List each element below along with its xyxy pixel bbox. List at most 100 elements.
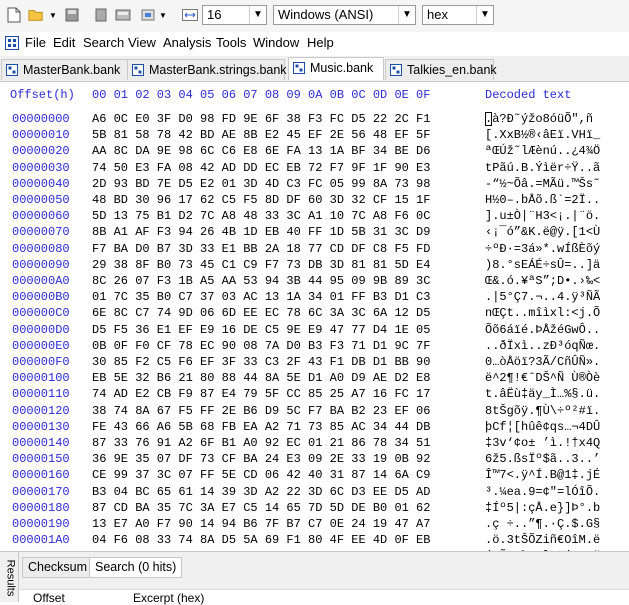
- chevron-down-icon[interactable]: ▼: [249, 6, 266, 24]
- row-decoded-text[interactable]: ³.¼ea.9=¢"=lÓîÕ.: [485, 485, 600, 499]
- ram-icon[interactable]: [140, 7, 156, 23]
- row-decoded-text[interactable]: [.XxB½®‹âEï.VHï_: [485, 128, 600, 142]
- row-decoded-text[interactable]: H½0–.bÅõ.ß`=2Ï..: [485, 193, 600, 207]
- row-bytes[interactable]: 04 F6 08 33 74 8A D5 5A 69 F1 80 4F EE 4…: [92, 533, 430, 547]
- row-decoded-text[interactable]: 6ž5.ßsÏº$ã..3..’: [485, 452, 600, 466]
- row-bytes[interactable]: 87 CD BA 35 7C 3A E7 C5 14 65 7D 5D DE B…: [92, 501, 430, 515]
- hex-row[interactable]: 00000130 FE 43 66 A6 5B 68 FB EA A2 71 73…: [0, 420, 629, 436]
- row-bytes[interactable]: 6E 8C C7 74 9D 06 6D EE EC 78 6C 3A 3C 6…: [92, 306, 430, 320]
- menu-help[interactable]: Help: [307, 35, 334, 50]
- row-decoded-text[interactable]: ‡3v‘¢o± ’ì.!†x4Q: [485, 436, 600, 450]
- row-decoded-text[interactable]: Î™7<.ÿ^Í.B@1‡.jÉ: [485, 468, 600, 482]
- row-decoded-text[interactable]: Õõ6áïé.ÞÅžéGwÔ..: [485, 323, 600, 337]
- row-decoded-text[interactable]: 8tŠgõÿ.¶Ù\÷º²#ï.: [485, 404, 600, 418]
- row-bytes[interactable]: 01 7C 35 B0 C7 37 03 AC 13 1A 34 01 FF B…: [92, 290, 430, 304]
- row-decoded-text[interactable]: nŒÇt..mîìxl:<j.Õ: [485, 306, 600, 320]
- row-decoded-text[interactable]: þCf¦[hûê¢qs…¬4DÛ: [485, 420, 600, 434]
- row-decoded-text[interactable]: -“½~Õâ.=MÃü.™Šs˜: [485, 177, 600, 191]
- row-decoded-text[interactable]: ..ðÏxì..zÐ³óqÑœ.: [485, 339, 600, 353]
- row-bytes[interactable]: D5 F5 36 E1 EF E9 16 DE C5 9E E9 47 77 D…: [92, 323, 430, 337]
- encoding-select[interactable]: Windows (ANSI) ▼: [273, 5, 416, 25]
- hex-row[interactable]: 000000B0 01 7C 35 B0 C7 37 03 AC 13 1A 34…: [0, 290, 629, 306]
- hex-row[interactable]: 00000080 F7 BA D0 B7 3D 33 E1 BB 2A 18 77…: [0, 242, 629, 258]
- column-offset[interactable]: Offset: [33, 591, 65, 605]
- hex-row[interactable]: 00000030 74 50 E3 FA 08 42 AD DD EC EB 72…: [0, 161, 629, 177]
- row-bytes[interactable]: 5D 13 75 B1 D2 7C A8 48 33 3C A1 10 7C A…: [92, 209, 430, 223]
- hex-row[interactable]: 00000000 A6 0C E0 3F D0 98 FD 9E 6F 38 F3…: [0, 112, 629, 128]
- hex-row[interactable]: 000001A0 04 F6 08 33 74 8A D5 5A 69 F1 80…: [0, 533, 629, 549]
- row-bytes[interactable]: 13 E7 A0 F7 90 14 94 B6 7F B7 C7 0E 24 1…: [92, 517, 430, 531]
- bytes-per-row-select[interactable]: 16 ▼: [202, 5, 267, 25]
- ram-dropdown-icon[interactable]: ▼: [158, 7, 168, 23]
- display-mode-select[interactable]: hex ▼: [422, 5, 494, 25]
- row-decoded-text[interactable]: .ç ÷..”¶.·Ç.$.G§: [485, 517, 600, 531]
- row-decoded-text[interactable]: ªŒÚž˜lÆènú..¿4¾Ö: [485, 144, 600, 158]
- row-decoded-text[interactable]: Œ&.ó.¥ªS”;D•.›‰<: [485, 274, 600, 288]
- column-excerpt-hex[interactable]: Excerpt (hex): [133, 591, 204, 605]
- row-bytes[interactable]: 5B 81 58 78 42 BD AE 8B E2 45 EF 2E 56 4…: [92, 128, 430, 142]
- tab-music[interactable]: Music.bank: [288, 57, 384, 80]
- menu-search[interactable]: Search: [83, 35, 124, 50]
- chevron-down-icon[interactable]: ▼: [398, 6, 415, 24]
- row-bytes[interactable]: B3 04 BC 65 61 14 39 3D A2 22 3D 6C D3 E…: [92, 485, 430, 499]
- row-decoded-text[interactable]: .|5°Ç7.¬..4.ÿ³ÑÃ: [485, 290, 600, 304]
- hex-row[interactable]: 00000110 74 AD E2 CB F9 87 E4 79 5F CC 85…: [0, 387, 629, 403]
- menu-view[interactable]: View: [128, 35, 156, 50]
- row-decoded-text[interactable]: ].u±Ò|¨H3<¡.|¨ö.: [485, 209, 600, 223]
- open-dropdown-icon[interactable]: ▼: [48, 7, 58, 23]
- hex-editor[interactable]: Offset(h) 00 01 02 03 04 05 06 07 08 09 …: [0, 84, 629, 551]
- save-icon[interactable]: [64, 7, 80, 23]
- hex-row[interactable]: 00000170 B3 04 BC 65 61 14 39 3D A2 22 3D…: [0, 485, 629, 501]
- app-icon[interactable]: [5, 36, 19, 50]
- tab-talkies-en[interactable]: Talkies_en.bank: [385, 59, 497, 80]
- row-bytes[interactable]: 74 50 E3 FA 08 42 AD DD EC EB 72 F7 9F 1…: [92, 161, 430, 175]
- row-decoded-text[interactable]: .ö.3tŠÕZiñ€OîM.ë: [485, 533, 600, 547]
- row-bytes[interactable]: AA 8C DA 9E 98 6C C6 E8 6E FA 13 1A BF 3…: [92, 144, 430, 158]
- row-decoded-text[interactable]: 0…òÅöï?3Ã/CñÛÑ».: [485, 355, 600, 369]
- print-icon[interactable]: [93, 7, 109, 23]
- row-bytes[interactable]: F7 BA D0 B7 3D 33 E1 BB 2A 18 77 CD DF C…: [92, 242, 430, 256]
- disk-icon[interactable]: [115, 7, 131, 23]
- new-file-icon[interactable]: [6, 7, 22, 23]
- hex-row[interactable]: 00000040 2D 93 BD 7E D5 E2 01 3D 4D C3 FC…: [0, 177, 629, 193]
- row-decoded-text[interactable]: t.âËù‡äy_Ì…%§.ü.: [485, 387, 600, 401]
- menu-file[interactable]: File: [25, 35, 46, 50]
- hex-row[interactable]: 00000190 13 E7 A0 F7 90 14 94 B6 7F B7 C7…: [0, 517, 629, 533]
- row-bytes[interactable]: 30 85 F2 C5 F6 EF 3F 33 C3 2F 43 F1 DB D…: [92, 355, 430, 369]
- row-bytes[interactable]: 2D 93 BD 7E D5 E2 01 3D 4D C3 FC 05 99 8…: [92, 177, 430, 191]
- hex-row[interactable]: 000000C0 6E 8C C7 74 9D 06 6D EE EC 78 6C…: [0, 306, 629, 322]
- hex-row[interactable]: 00000120 38 74 8A 67 F5 FF 2E B6 D9 5C F7…: [0, 404, 629, 420]
- row-decoded-text[interactable]: tPãú.B.Ýìër÷Ÿ..ã: [485, 161, 600, 175]
- tab-masterbank[interactable]: MasterBank.bank: [1, 59, 140, 80]
- row-bytes[interactable]: 0B 0F F0 CF 78 EC 90 08 7A D0 B3 F3 71 D…: [92, 339, 430, 353]
- menu-tools[interactable]: Tools: [216, 35, 246, 50]
- hex-row[interactable]: 00000050 48 BD 30 96 17 62 C5 F5 8D DF 60…: [0, 193, 629, 209]
- row-decoded-text[interactable]: )8.°sEÁÉ÷sÛ=..]ä: [485, 258, 600, 272]
- open-folder-icon[interactable]: [28, 7, 44, 23]
- hex-row[interactable]: 00000140 87 33 76 91 A2 6F B1 A0 92 EC 01…: [0, 436, 629, 452]
- hex-row[interactable]: 000000D0 D5 F5 36 E1 EF E9 16 DE C5 9E E9…: [0, 323, 629, 339]
- tab-search-results[interactable]: Search (0 hits): [89, 557, 183, 578]
- row-decoded-text[interactable]: ë^2¶!€ˆDŠ^Ñ Ù®Òè: [485, 371, 600, 385]
- chevron-down-icon[interactable]: ▼: [476, 6, 493, 24]
- row-decoded-text[interactable]: ‡Íº5|:çÅ.e}]Þ°.b: [485, 501, 600, 515]
- row-bytes[interactable]: 29 38 8F B0 73 45 C1 C9 F7 73 DB 3D 81 8…: [92, 258, 430, 272]
- row-decoded-text[interactable]: ÷ºÐ·=3á»*.wÍßÈõý: [485, 242, 600, 256]
- hex-row[interactable]: 00000090 29 38 8F B0 73 45 C1 C9 F7 73 DB…: [0, 258, 629, 274]
- tab-checksum[interactable]: Checksum: [22, 557, 94, 578]
- hex-row[interactable]: 00000180 87 CD BA 35 7C 3A E7 C5 14 65 7D…: [0, 501, 629, 517]
- menu-window[interactable]: Window: [253, 35, 299, 50]
- row-bytes[interactable]: FE 43 66 A6 5B 68 FB EA A2 71 73 85 AC 3…: [92, 420, 430, 434]
- hex-row[interactable]: 00000160 CE 99 37 3C 07 FF 5E CD 06 42 40…: [0, 468, 629, 484]
- hex-row[interactable]: 00000070 8B A1 AF F3 94 26 4B 1D EB 40 FF…: [0, 225, 629, 241]
- menu-analysis[interactable]: Analysis: [163, 35, 211, 50]
- hex-row[interactable]: 00000060 5D 13 75 B1 D2 7C A8 48 33 3C A1…: [0, 209, 629, 225]
- row-bytes[interactable]: 74 AD E2 CB F9 87 E4 79 5F CC 85 25 A7 1…: [92, 387, 430, 401]
- row-decoded-text[interactable]: .à?Ð˜ýžo8óüÕ",ñ: [485, 112, 593, 126]
- row-bytes[interactable]: A6 0C E0 3F D0 98 FD 9E 6F 38 F3 FC D5 2…: [92, 112, 430, 126]
- menu-edit[interactable]: Edit: [53, 35, 75, 50]
- hex-row[interactable]: 00000100 EB 5E 32 B6 21 80 88 44 8A 5E D1…: [0, 371, 629, 387]
- tab-masterbank-strings[interactable]: MasterBank.strings.bank: [127, 59, 287, 80]
- results-side-tab[interactable]: Results: [0, 552, 19, 602]
- hex-row[interactable]: 000000F0 30 85 F2 C5 F6 EF 3F 33 C3 2F 43…: [0, 355, 629, 371]
